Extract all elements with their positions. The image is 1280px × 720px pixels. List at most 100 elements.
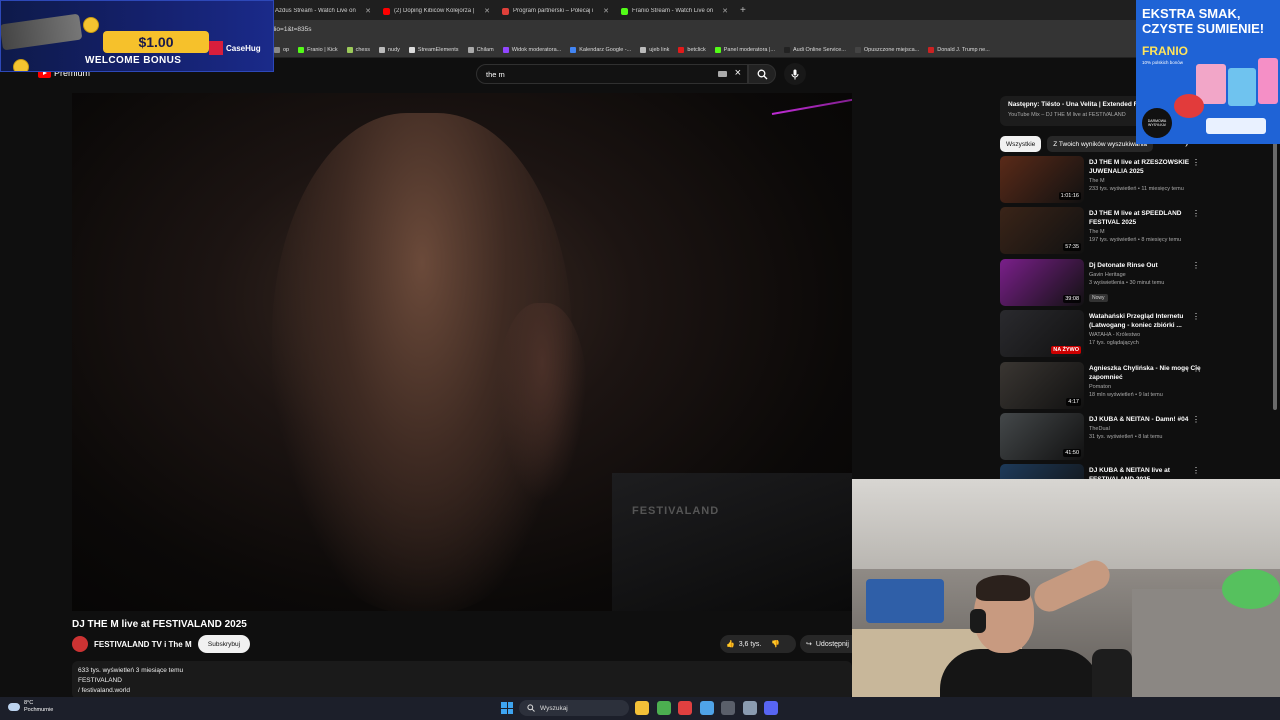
share-button[interactable]: ↪ Udostępnij xyxy=(800,635,852,653)
bookmark-item[interactable]: nudy xyxy=(378,46,400,53)
recommendation-channel[interactable]: Gavin Heritage xyxy=(1089,272,1204,278)
recommendation-title[interactable]: DJ KUBA & NEITAN - Damn! #04 xyxy=(1089,415,1204,424)
bookmark-label: op xyxy=(283,46,290,53)
voice-search-button[interactable] xyxy=(784,63,806,85)
video-thumbnail[interactable]: 57:35 xyxy=(1000,207,1084,255)
video-thumbnail[interactable]: 41:50 xyxy=(1000,412,1084,460)
new-tab-button[interactable]: + xyxy=(734,5,746,16)
bookmark-item[interactable]: Widok moderatora... xyxy=(502,46,561,53)
recommendation-item[interactable]: 39:08 Dj Detonate Rinse Out Gavin Herita… xyxy=(1000,258,1204,310)
keyboard-icon[interactable] xyxy=(718,71,727,77)
browser-tab[interactable]: Program partnerski – Polecaj i ✕ xyxy=(496,2,615,20)
recommendation-channel[interactable]: The M xyxy=(1089,178,1204,184)
recommendation-item[interactable]: 1:01:16 DJ THE M live at RZESZOWSKIE JUW… xyxy=(1000,156,1204,207)
video-thumbnail[interactable]: 1:01:16 xyxy=(1000,156,1084,203)
like-button[interactable]: 👍 3,6 tys. 👎 xyxy=(720,635,796,653)
recommendation-channel[interactable]: Pomaton xyxy=(1089,384,1204,390)
settings-icon[interactable] xyxy=(742,701,757,715)
video-thumbnail[interactable] xyxy=(1000,464,1084,479)
chrome-icon[interactable] xyxy=(656,701,671,715)
description-link[interactable]: / festivaland.world xyxy=(78,686,846,696)
next-up-subtitle: YouTube Mix – DJ THE M live at FESTIVALA… xyxy=(1008,112,1126,118)
recommendation-title[interactable]: Agnieszka Chylińska - Nie mogę Cię zapom… xyxy=(1089,364,1204,382)
bookmark-item[interactable]: ujeb link xyxy=(640,46,669,53)
casehug-logo: CaseHug xyxy=(209,41,261,55)
recommendation-title[interactable]: DJ THE M live at SPEEDLAND FESTIVAL 2025 xyxy=(1089,209,1204,227)
close-tab-icon[interactable]: ✕ xyxy=(484,7,490,15)
browser-tab[interactable]: Azdus Stream - Watch Live on ✕ xyxy=(258,2,377,20)
bookmark-item[interactable]: Kalendarz Google -... xyxy=(570,46,631,53)
franio-ad-overlay: EKSTRA SMAK, CZYSTE SUMIENIE! FRANIO 10%… xyxy=(1136,0,1280,144)
bookmark-item[interactable]: betclick xyxy=(678,46,706,53)
notepad-icon[interactable] xyxy=(699,701,714,715)
file-explorer-icon[interactable] xyxy=(635,701,649,715)
bookmark-item[interactable]: chess xyxy=(346,46,370,53)
more-options-icon[interactable]: ⋮ xyxy=(1192,209,1200,218)
more-options-icon[interactable]: ⋮ xyxy=(1192,364,1200,373)
bookmark-item[interactable]: Donald J. Trump ne... xyxy=(928,46,990,53)
game-icon[interactable] xyxy=(678,701,692,715)
windows-start-icon[interactable] xyxy=(501,702,513,714)
duration-badge: 57:35 xyxy=(1063,243,1081,252)
more-options-icon[interactable]: ⋮ xyxy=(1192,261,1200,270)
recommendation-title[interactable]: Watahański Przegląd Internetu (Latwogang… xyxy=(1089,312,1204,330)
tab-title: Franio Stream - Watch Live on xyxy=(632,8,714,14)
recommendation-channel[interactable]: WATAHA - Królestwo xyxy=(1089,332,1204,338)
channel-avatar[interactable] xyxy=(72,636,88,652)
more-options-icon[interactable]: ⋮ xyxy=(1192,415,1200,424)
recommendation-title[interactable]: DJ KUBA & NEITAN live at FESTIVALAND 202… xyxy=(1089,466,1204,479)
terminal-icon[interactable] xyxy=(721,701,735,715)
recommendation-item[interactable]: 4:17 Agnieszka Chylińska - Nie mogę Cię … xyxy=(1000,361,1204,413)
recommendation-info: DJ THE M live at RZESZOWSKIE JUWENALIA 2… xyxy=(1089,156,1204,207)
tab-title: (2) Doping Kibiców Kolejorza | xyxy=(394,8,475,14)
next-up-card[interactable]: Następny: Tiësto - Una Velita | Extended… xyxy=(1000,96,1136,126)
like-count: 3,6 tys. xyxy=(738,640,762,648)
video-thumbnail[interactable]: 39:08 xyxy=(1000,258,1084,306)
recommendation-item[interactable]: 41:50 DJ KUBA & NEITAN - Damn! #04 TheDu… xyxy=(1000,412,1204,464)
description-box[interactable]: 633 tys. wyświetleń 3 miesiące temu FEST… xyxy=(72,661,852,699)
bookmark-icon xyxy=(714,46,721,53)
search-button[interactable] xyxy=(748,64,776,84)
taskbar-search[interactable]: Wyszukaj xyxy=(519,700,629,716)
weather-widget[interactable]: 8°C Pochmurnie xyxy=(8,700,53,714)
bookmark-item[interactable]: Chilam xyxy=(467,46,494,53)
subscribe-button[interactable]: Subskrybuj xyxy=(198,635,250,653)
discord-icon[interactable] xyxy=(764,701,778,715)
taskbar: 8°C Pochmurnie Wyszukaj xyxy=(0,697,1280,720)
search-input[interactable]: the m × xyxy=(476,64,748,84)
recommendation-item[interactable]: NA ŻYWO Watahański Przegląd Internetu (L… xyxy=(1000,310,1204,361)
video-thumbnail[interactable]: NA ŻYWO xyxy=(1000,310,1084,358)
recommendation-item[interactable]: DJ KUBA & NEITAN live at FESTIVALAND 202… xyxy=(1000,464,1204,479)
recommendation-channel[interactable]: TheDual xyxy=(1089,426,1204,432)
more-options-icon[interactable]: ⋮ xyxy=(1192,158,1200,167)
kick-icon xyxy=(621,7,628,15)
recommendation-title[interactable]: Dj Detonate Rinse Out xyxy=(1089,261,1204,270)
browser-tab[interactable]: (2) Doping Kibiców Kolejorza | ✕ xyxy=(377,2,496,20)
channel-info[interactable]: FESTIVALAND TV i The M xyxy=(72,636,192,652)
browser-tab[interactable]: Franio Stream - Watch Live on ✕ xyxy=(615,2,734,20)
bookmark-item[interactable]: Audi Online Service... xyxy=(784,46,846,53)
bookmark-icon xyxy=(678,46,685,53)
chip-all[interactable]: Wszystkie xyxy=(1000,136,1042,152)
bookmark-item[interactable]: Franio | Kick xyxy=(298,46,338,53)
bookmark-icon xyxy=(274,46,280,53)
recommendation-item[interactable]: 57:35 DJ THE M live at SPEEDLAND FESTIVA… xyxy=(1000,207,1204,258)
toy-bus xyxy=(866,579,944,623)
more-options-icon[interactable]: ⋮ xyxy=(1192,312,1200,321)
bookmark-item[interactable]: Panel moderatora |... xyxy=(714,46,775,53)
close-tab-icon[interactable]: ✕ xyxy=(365,7,371,15)
recommendation-channel[interactable]: The M xyxy=(1089,229,1204,235)
video-title: DJ THE M live at FESTIVALAND 2025 xyxy=(72,619,247,630)
more-options-icon[interactable]: ⋮ xyxy=(1192,466,1200,475)
bookmark-item[interactable]: StreamElements xyxy=(408,46,459,53)
video-player[interactable]: FESTIVALAND xyxy=(72,93,852,611)
channel-name[interactable]: FESTIVALAND TV i The M xyxy=(94,640,192,649)
bookmark-item[interactable]: op xyxy=(274,46,290,53)
clear-icon[interactable]: × xyxy=(735,67,741,79)
thumbs-down-icon[interactable]: 👎 xyxy=(771,640,780,648)
close-tab-icon[interactable]: ✕ xyxy=(603,7,609,15)
video-thumbnail[interactable]: 4:17 xyxy=(1000,361,1084,409)
bookmark-item[interactable]: Opuszczone miejsca... xyxy=(854,46,919,53)
recommendation-title[interactable]: DJ THE M live at RZESZOWSKIE JUWENALIA 2… xyxy=(1089,158,1204,176)
close-tab-icon[interactable]: ✕ xyxy=(722,7,728,15)
